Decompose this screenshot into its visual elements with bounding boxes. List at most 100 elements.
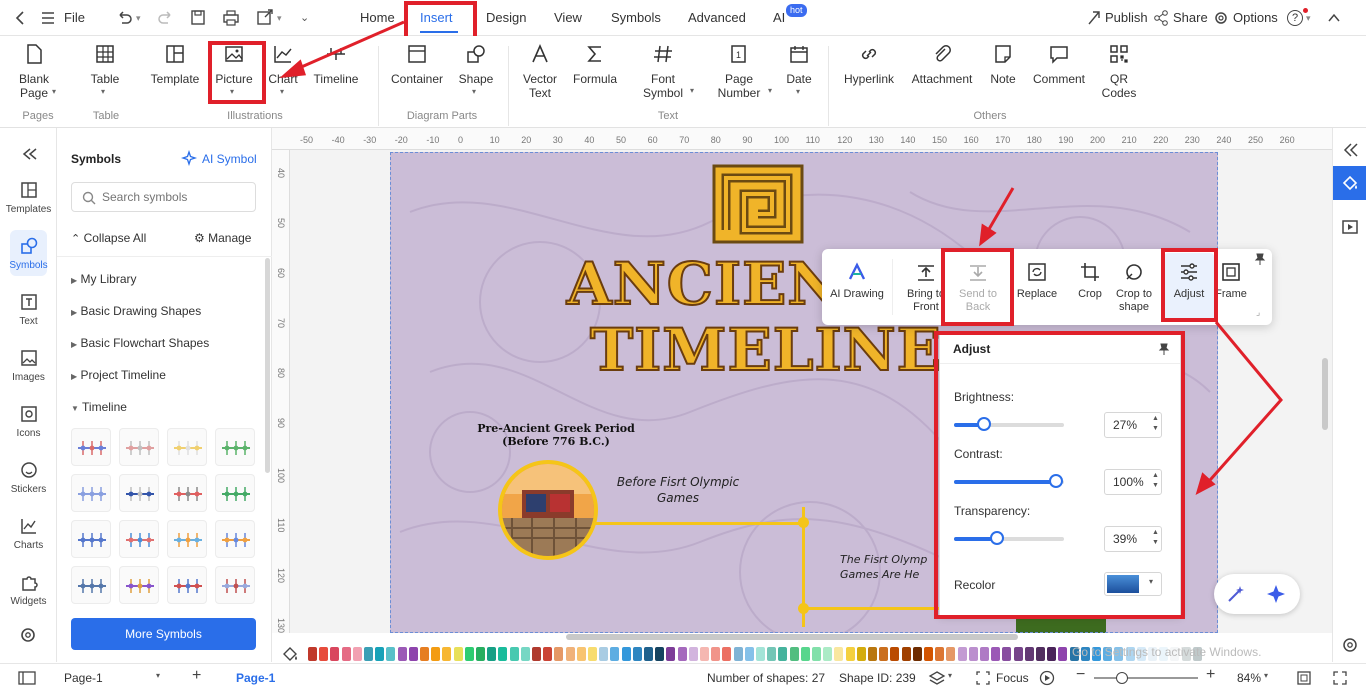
color-swatch[interactable] [879, 647, 889, 661]
print-icon[interactable] [222, 0, 240, 36]
tab-advanced[interactable]: Advanced [680, 4, 754, 32]
color-swatch[interactable] [565, 647, 575, 661]
tree-basic-flowchart-shapes[interactable]: ▶ Basic Flowchart Shapes [71, 336, 209, 350]
timeline-symbol-thumbnail[interactable] [119, 474, 159, 512]
color-swatch[interactable] [632, 647, 642, 661]
timeline-symbol-thumbnail[interactable] [71, 428, 111, 466]
zoom-out-icon[interactable]: − [1076, 666, 1085, 684]
color-swatch[interactable] [364, 647, 373, 661]
help-dropdown-icon[interactable]: ▾ [1306, 0, 1311, 36]
color-swatch[interactable] [980, 647, 989, 661]
color-swatch[interactable] [935, 647, 945, 661]
nav-templates[interactable]: Templates [0, 180, 57, 215]
zoom-in-icon[interactable]: + [1206, 666, 1215, 684]
color-swatch[interactable] [957, 647, 967, 661]
timeline-symbol-thumbnail[interactable] [167, 520, 207, 558]
fill-bucket-icon[interactable] [282, 646, 300, 662]
page-panel-icon[interactable] [18, 671, 36, 685]
tree-timeline[interactable]: ▼ Timeline [71, 400, 127, 414]
color-swatch[interactable] [408, 647, 418, 661]
share-button[interactable]: Share [1173, 0, 1208, 36]
timeline-node[interactable] [798, 517, 809, 528]
color-swatch[interactable] [375, 647, 385, 661]
panel-scrollbar[interactable] [265, 258, 270, 473]
timeline-symbol-thumbnail[interactable] [167, 428, 207, 466]
color-swatch[interactable] [655, 647, 665, 661]
color-swatch[interactable] [442, 647, 452, 661]
gear-icon[interactable] [1213, 0, 1229, 36]
color-swatch[interactable] [823, 647, 833, 661]
manage-button[interactable]: ⚙ Manage [194, 231, 251, 245]
tab-design[interactable]: Design [478, 4, 534, 32]
redo-icon[interactable] [158, 0, 174, 36]
tab-view[interactable]: View [546, 4, 590, 32]
right-settings-gear-icon[interactable] [1341, 636, 1359, 654]
collapse-ribbon-icon[interactable] [1327, 0, 1341, 36]
period-title[interactable]: Pre-Ancient Greek Period (Before 776 B.C… [472, 422, 640, 448]
color-swatch[interactable] [834, 647, 844, 661]
color-swatch[interactable] [812, 647, 821, 661]
ai-symbol-button[interactable]: AI Symbol [202, 152, 257, 166]
color-swatch[interactable] [991, 647, 1001, 661]
color-swatch[interactable] [509, 647, 519, 661]
timeline-symbol-thumbnail[interactable] [167, 566, 207, 604]
color-swatch[interactable] [476, 647, 485, 661]
tree-project-timeline[interactable]: ▶ Project Timeline [71, 368, 166, 382]
title-line-2[interactable]: TIMELINE [589, 317, 942, 383]
more-dropdown-icon[interactable]: ⌄ [300, 0, 309, 36]
chart-button[interactable]: Chart [266, 42, 300, 86]
nav-charts[interactable]: Charts [0, 516, 57, 551]
picture-dropdown-icon[interactable]: ▾ [230, 87, 234, 96]
color-swatch[interactable] [890, 647, 900, 661]
undo-icon[interactable] [116, 0, 132, 36]
tab-symbols[interactable]: Symbols [603, 4, 669, 32]
save-icon[interactable] [190, 0, 206, 36]
color-swatch[interactable] [532, 647, 541, 661]
date-dropdown-icon[interactable]: ▾ [796, 87, 800, 96]
color-swatch[interactable] [644, 647, 653, 661]
color-swatch[interactable] [554, 647, 564, 661]
timeline-symbol-thumbnail[interactable] [71, 520, 111, 558]
color-swatch[interactable] [1002, 647, 1012, 661]
search-input[interactable] [102, 188, 247, 206]
color-swatch[interactable] [800, 647, 810, 661]
event-label-1[interactable]: Before Fisrt Olympic Games [608, 474, 748, 506]
color-swatch[interactable] [845, 647, 855, 661]
page-select[interactable]: Page-1 ▾ [58, 668, 168, 688]
publish-icon[interactable] [1086, 0, 1102, 36]
formula-button[interactable]: Formula [570, 42, 620, 86]
color-swatch[interactable] [733, 647, 743, 661]
style-panel-button[interactable] [1333, 166, 1366, 200]
pin-toolbar-icon[interactable] [1254, 253, 1266, 265]
color-swatch[interactable] [946, 647, 956, 661]
page-number-dropdown-icon[interactable]: ▾ [768, 86, 772, 95]
color-swatch[interactable] [520, 647, 530, 661]
layers-icon[interactable] [928, 670, 946, 686]
frame-button[interactable]: Frame [1214, 261, 1248, 301]
zoom-dropdown-icon[interactable]: ▾ [1264, 671, 1268, 680]
hyperlink-button[interactable]: Hyperlink [840, 42, 898, 86]
color-swatch[interactable] [868, 647, 877, 661]
color-swatch[interactable] [352, 647, 362, 661]
fit-page-icon[interactable] [1296, 670, 1312, 686]
hamburger-icon[interactable] [40, 0, 56, 36]
focus-icon[interactable] [975, 670, 991, 686]
timeline-symbol-thumbnail[interactable] [119, 566, 159, 604]
color-swatch[interactable] [789, 647, 799, 661]
nav-widgets[interactable]: Widgets [0, 572, 57, 607]
collapse-panel-icon[interactable] [0, 146, 57, 162]
horizontal-scrollbar[interactable] [566, 634, 1018, 640]
timeline-symbol-thumbnail[interactable] [215, 520, 255, 558]
color-swatch[interactable] [688, 647, 698, 661]
font-symbol-dropdown-icon[interactable]: ▾ [690, 86, 694, 95]
table-button[interactable]: Table [88, 42, 122, 86]
layers-dropdown-icon[interactable]: ▾ [948, 671, 952, 680]
color-swatch[interactable] [1047, 647, 1057, 661]
comment-button[interactable]: Comment [1030, 42, 1088, 86]
timeline-symbol-thumbnail[interactable] [71, 566, 111, 604]
search-box[interactable] [71, 182, 256, 212]
color-swatch[interactable] [1058, 647, 1068, 661]
back-icon[interactable] [14, 0, 26, 36]
timeline-symbol-thumbnail[interactable] [119, 428, 159, 466]
vertical-scrollbar[interactable] [1322, 358, 1328, 430]
